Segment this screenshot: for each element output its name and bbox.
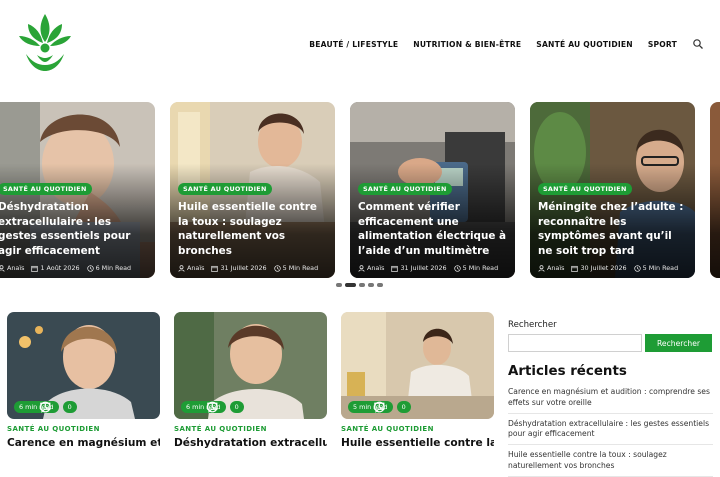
recent-articles-heading: Articles récents: [508, 364, 627, 379]
main-nav: BEAUTÉ / LIFESTYLE NUTRITION & BIEN-ÊTRE…: [309, 38, 704, 50]
user-icon: [178, 264, 185, 272]
comments-pill[interactable]: 0: [207, 401, 244, 413]
card-pills: 6 min read 0: [14, 401, 77, 413]
article-card: 6 min read 0 SANTÉ AU QUOTIDIEN Carence …: [7, 312, 160, 450]
user-icon: [0, 264, 5, 272]
slide-author[interactable]: Anaïs: [367, 264, 384, 272]
article-thumbnail[interactable]: 6 min read 0: [174, 312, 327, 419]
slide-content: SANTÉ AU QUOTIDIEN Comment vérifier effi…: [358, 176, 509, 272]
article-card: 5 min read 0 SANTÉ AU QUOTIDIEN Huile es…: [341, 312, 494, 450]
slide-card[interactable]: SANTÉ AU QUOTIDIEN Méningite chez l’adul…: [530, 102, 695, 278]
nav-item-beaute[interactable]: BEAUTÉ / LIFESTYLE: [309, 40, 398, 49]
card-pills: 5 min read 0: [348, 401, 411, 413]
slide-read-time: 6 Min Read: [95, 264, 132, 272]
recent-article-link[interactable]: Carence en magnésium et audition : compr…: [508, 385, 713, 414]
slide-title[interactable]: Huile essentielle contre la toux : soula…: [178, 200, 329, 258]
calendar-icon: [391, 265, 399, 272]
comment-icon: [40, 402, 51, 413]
slide-content: SANTÉ AU QUOTIDIEN Huile essentielle con…: [178, 176, 329, 272]
slide-date: 1 Août 2026: [40, 264, 80, 272]
search-input[interactable]: [508, 334, 642, 352]
clock-icon: [86, 264, 94, 272]
slide-read-time: 5 Min Read: [642, 264, 679, 272]
featured-slider: SANTÉ AU QUOTIDIEN Déshydratation extrac…: [0, 102, 720, 278]
slide-author[interactable]: Anaïs: [547, 264, 564, 272]
slide-meta: Anaïs 1 Août 2026 6 Min Read: [0, 264, 149, 272]
category-badge[interactable]: SANTÉ AU QUOTIDIEN: [358, 183, 452, 195]
card-title[interactable]: Huile essentielle contre la toux: [341, 436, 494, 450]
slide-card[interactable]: SANTÉ AU QUOTIDIEN Huile essentielle con…: [170, 102, 335, 278]
search-form: Rechercher: [508, 334, 713, 352]
slide-meta: Anaïs 30 Juillet 2026 5 Min Read: [538, 264, 689, 272]
slider-dot[interactable]: [368, 283, 374, 287]
slide-meta: Anaïs 31 Juillet 2026 5 Min Read: [358, 264, 509, 272]
search-button[interactable]: Rechercher: [645, 334, 712, 352]
comments-pill[interactable]: 0: [40, 401, 77, 413]
slider-dot-active[interactable]: [345, 283, 356, 287]
slide-card-partial[interactable]: [710, 102, 720, 278]
user-icon: [358, 264, 365, 272]
calendar-icon: [31, 265, 39, 272]
slide-content: SANTÉ AU QUOTIDIEN Déshydratation extrac…: [0, 176, 149, 272]
category-badge[interactable]: SANTÉ AU QUOTIDIEN: [0, 183, 92, 195]
category-badge[interactable]: SANTÉ AU QUOTIDIEN: [538, 183, 632, 195]
card-category[interactable]: SANTÉ AU QUOTIDIEN: [174, 425, 327, 433]
slider-pagination: [336, 283, 383, 287]
comments-pill[interactable]: 0: [374, 401, 411, 413]
clock-icon: [633, 264, 641, 272]
slide-title[interactable]: Méningite chez l’adulte : reconnaître le…: [538, 200, 689, 258]
article-thumbnail[interactable]: 5 min read 0: [341, 312, 494, 419]
slide-read-time: 5 Min Read: [282, 264, 319, 272]
site-header: BEAUTÉ / LIFESTYLE NUTRITION & BIEN-ÊTRE…: [0, 0, 720, 90]
sidebar: Rechercher Rechercher Articles récents C…: [508, 312, 713, 477]
slide-author[interactable]: Anaïs: [7, 264, 24, 272]
slide-date: 30 Juillet 2026: [580, 264, 627, 272]
user-icon: [538, 264, 545, 272]
nav-item-nutrition[interactable]: NUTRITION & BIEN-ÊTRE: [413, 40, 521, 49]
slide-title[interactable]: Comment vérifier efficacement une alimen…: [358, 200, 509, 258]
slide-content: SANTÉ AU QUOTIDIEN Méningite chez l’adul…: [538, 176, 689, 272]
clock-icon: [273, 264, 281, 272]
clock-icon: [453, 264, 461, 272]
calendar-icon: [211, 265, 219, 272]
slide-date: 31 Juillet 2026: [220, 264, 267, 272]
search-icon[interactable]: [692, 38, 704, 50]
article-thumbnail[interactable]: 6 min read 0: [7, 312, 160, 419]
article-card: 6 min read 0 SANTÉ AU QUOTIDIEN Déshydra…: [174, 312, 327, 450]
slide-meta: Anaïs 31 Juillet 2026 5 Min Read: [178, 264, 329, 272]
site-logo[interactable]: [16, 10, 74, 74]
recent-articles-list: Carence en magnésium et audition : compr…: [508, 385, 713, 477]
comment-icon: [374, 402, 385, 413]
slide-date: 31 Juillet 2026: [400, 264, 447, 272]
slider-dot[interactable]: [359, 283, 365, 287]
comment-icon: [207, 402, 218, 413]
slide-read-time: 5 Min Read: [462, 264, 499, 272]
search-label: Rechercher: [508, 320, 557, 330]
card-category[interactable]: SANTÉ AU QUOTIDIEN: [7, 425, 160, 433]
calendar-icon: [571, 265, 579, 272]
card-title[interactable]: Carence en magnésium et: [7, 436, 160, 450]
slider-dot[interactable]: [377, 283, 383, 287]
card-category[interactable]: SANTÉ AU QUOTIDIEN: [341, 425, 494, 433]
recent-article-link[interactable]: Déshydratation extracellulaire : les ges…: [508, 414, 713, 446]
nav-item-sante[interactable]: SANTÉ AU QUOTIDIEN: [536, 40, 633, 49]
slide-overlay: [710, 102, 720, 278]
category-badge[interactable]: SANTÉ AU QUOTIDIEN: [178, 183, 272, 195]
slide-card[interactable]: SANTÉ AU QUOTIDIEN Comment vérifier effi…: [350, 102, 515, 278]
slide-title[interactable]: Déshydratation extracellulaire : les ges…: [0, 200, 149, 258]
card-title[interactable]: Déshydratation extracellulaire: [174, 436, 327, 450]
slider-dot[interactable]: [336, 283, 342, 287]
slide-card[interactable]: SANTÉ AU QUOTIDIEN Déshydratation extrac…: [0, 102, 155, 278]
nav-item-sport[interactable]: SPORT: [648, 40, 677, 49]
slide-author[interactable]: Anaïs: [187, 264, 204, 272]
card-pills: 6 min read 0: [181, 401, 244, 413]
